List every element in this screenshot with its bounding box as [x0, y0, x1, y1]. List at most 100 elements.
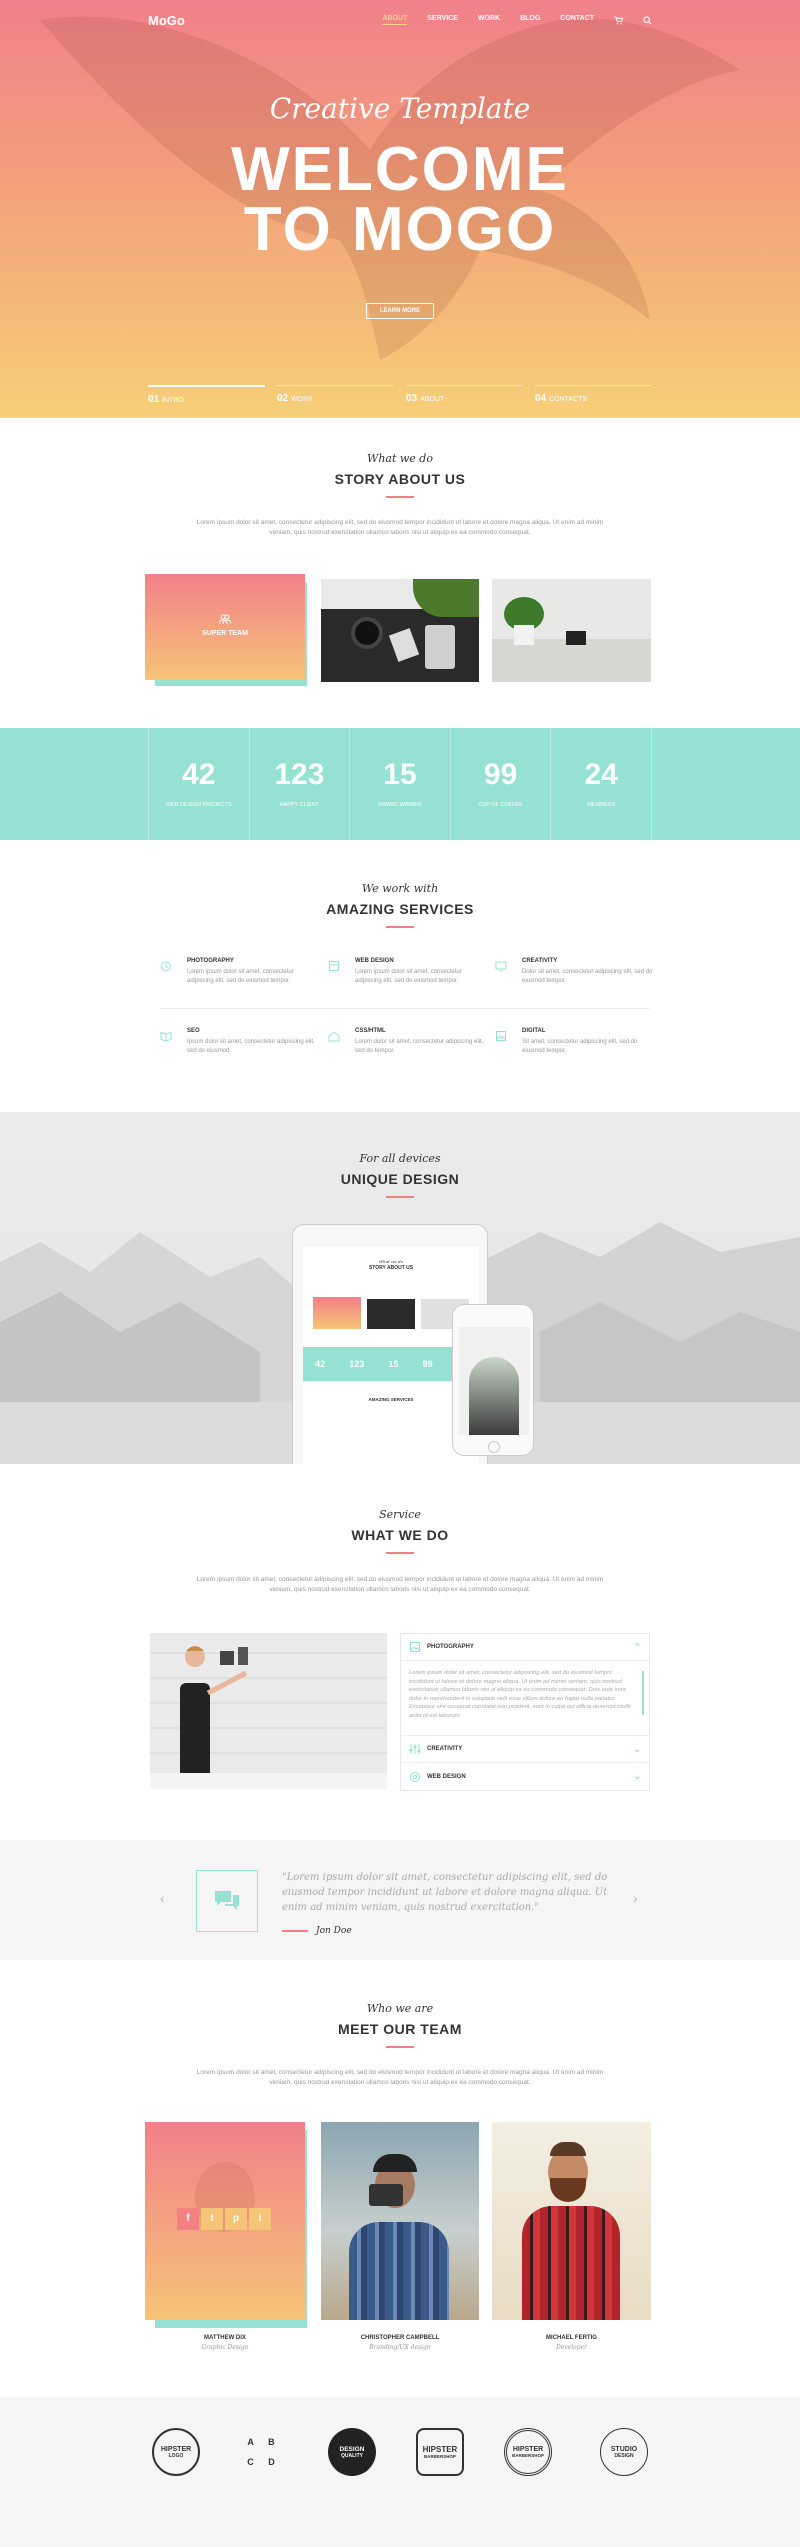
tab-number: 03 — [406, 393, 418, 404]
nav-link-service[interactable]: SERVICE — [427, 15, 458, 25]
whatwedo-accordion: PHOTOGRAPHY ⌃ Lorem ipsum dolor sit amet… — [400, 1633, 650, 1791]
team-member: MICHAEL FERTIG Developer — [492, 2122, 651, 2351]
book-icon — [329, 961, 339, 971]
team-small-title: Who we are — [366, 2002, 434, 2015]
services-heading: We work with AMAZING SERVICES — [0, 882, 800, 928]
client-logo[interactable]: HIPSTER LOGO — [152, 2428, 200, 2476]
tab-label: ABOUT — [420, 396, 445, 403]
heading-divider — [386, 2046, 414, 2048]
next-arrow-icon[interactable]: › — [633, 1890, 638, 1906]
unique-heading: For all devices UNIQUE DESIGN — [0, 1152, 800, 1198]
accordion-scrollbar[interactable] — [642, 1671, 644, 1715]
client-logo[interactable]: DESIGN QUALITY — [328, 2428, 376, 2476]
hero-tabs: 01 INTRO 02 WORK 03 ABOUT 04 CONTACTS — [148, 385, 652, 405]
whatwedo-title: WHAT WE DO — [351, 1527, 449, 1543]
service-photography: PHOTOGRAPHY Lorem ipsum dolor sit amet, … — [160, 958, 320, 986]
search-icon[interactable] — [643, 15, 652, 25]
accordion-creativity[interactable]: CREATIVITY ⌄ — [401, 1736, 649, 1763]
accordion-photography[interactable]: PHOTOGRAPHY ⌃ — [401, 1634, 649, 1661]
member-photo[interactable]: f t p i — [145, 2122, 305, 2320]
twitter-icon[interactable]: t — [201, 2208, 223, 2230]
site-logo[interactable]: MoGo — [148, 13, 185, 28]
logo-subtext: LOGO — [168, 2452, 184, 2459]
logos-section — [0, 2397, 800, 2547]
story-small-title: What we do — [367, 452, 433, 465]
nav-links: ABOUT SERVICE WORK BLOG CONTACT — [382, 15, 652, 25]
phone-screen — [459, 1327, 529, 1435]
super-team-label: SUPER TEAM — [202, 630, 248, 637]
service-creativity: CREATIVITY Dolor sit amet, consectetur a… — [495, 958, 655, 986]
logo-text: STUDIO — [610, 2445, 638, 2453]
tab-work[interactable]: 02 WORK — [277, 385, 394, 405]
nav-link-work[interactable]: WORK — [478, 15, 500, 25]
hero-section: MoGo ABOUT SERVICE WORK BLOG CONTACT Cre… — [0, 0, 800, 418]
chevron-down-icon: ⌄ — [633, 1771, 641, 1781]
stat-label: MEMBERS — [587, 802, 616, 808]
member-name: CHRISTOPHER CAMPBELL — [360, 2335, 440, 2341]
logo-subtext: BARBERSHOP — [423, 2454, 456, 2459]
alarm-clock-icon — [161, 961, 171, 972]
hero-title-line1: WELCOME — [231, 135, 569, 204]
tab-intro[interactable]: 01 INTRO — [148, 385, 265, 405]
heading-divider — [386, 1552, 414, 1554]
instagram-icon[interactable]: i — [249, 2208, 271, 2230]
super-team-card[interactable]: SUPER TEAM — [145, 574, 305, 680]
nav-link-blog[interactable]: BLOG — [520, 15, 540, 25]
client-logo[interactable]: HIPSTER BARBERSHOP — [416, 2428, 464, 2476]
stat-item: 99 CUP OF COFFEE — [449, 728, 551, 840]
tab-number: 02 — [277, 393, 289, 404]
member-role: Graphic Design — [201, 2344, 249, 2351]
client-logo[interactable]: HIPSTER BARBERSHOP — [504, 2428, 552, 2476]
stat-item: 24 MEMBERS — [550, 728, 652, 840]
learn-more-button[interactable]: LEARN MORE — [366, 303, 434, 319]
services-divider — [160, 1008, 650, 1009]
stat-number: 24 — [584, 758, 618, 791]
story-image-desk — [321, 579, 479, 682]
member-name: MICHAEL FERTIG — [546, 2335, 597, 2341]
logo-subtext: C D — [247, 2457, 281, 2467]
nav-link-about[interactable]: ABOUT — [382, 15, 408, 25]
tab-label: INTRO — [162, 397, 184, 404]
service-seo: SEO Ipsum dolor sit amet, consectetur ad… — [160, 1028, 320, 1056]
cart-icon[interactable] — [614, 15, 623, 25]
chevron-up-icon: ⌃ — [633, 1641, 641, 1652]
accordion-title: PHOTOGRAPHY — [427, 1644, 474, 1650]
service-title: PHOTOGRAPHY — [187, 958, 234, 964]
member-photo[interactable] — [321, 2122, 479, 2320]
stats-grid: 42 WEB DESIGN PROJECTS 123 HAPPY CLIENT 15… — [148, 728, 652, 840]
phone-mockup — [452, 1304, 534, 1456]
accordion-web-design[interactable]: WEB DESIGN ⌄ — [401, 1763, 649, 1790]
logo-subtext: BARBERSHOP — [511, 2453, 544, 2458]
logo-text: HIPSTER — [160, 2445, 192, 2453]
stat-label: HAPPY CLIENT — [279, 802, 320, 808]
mock-small-title: What we do — [379, 1259, 403, 1264]
accordion-body: Lorem ipsum dolor sit amet, consectetur … — [401, 1661, 649, 1736]
sliders-icon — [409, 1744, 421, 1754]
tab-about[interactable]: 03 ABOUT — [406, 385, 523, 405]
heading-divider — [386, 496, 414, 498]
unique-small-title: For all devices — [359, 1152, 441, 1165]
member-name: MATTHEW DIX — [204, 2335, 246, 2341]
pinterest-icon[interactable]: p — [225, 2208, 247, 2230]
facebook-icon[interactable]: f — [177, 2208, 199, 2230]
service-title: SEO — [187, 1028, 200, 1034]
accordion-body-text: Lorem ipsum dolor sit amet, consectetur … — [409, 1670, 631, 1719]
target-icon — [410, 1771, 420, 1782]
prev-arrow-icon[interactable]: ‹ — [160, 1890, 165, 1906]
client-logo[interactable]: A B C D — [240, 2428, 288, 2476]
service-desc: Lorem dolor sit amet, consectetur adipis… — [355, 1039, 484, 1054]
tab-contacts[interactable]: 04 CONTACTS — [535, 385, 652, 405]
team-heading: Who we are MEET OUR TEAM — [0, 2002, 800, 2048]
nav-link-contact[interactable]: CONTACT — [560, 15, 594, 25]
testimonial-quote: "Lorem ipsum dolor sit amet, consectetur… — [282, 1872, 608, 1913]
services-small-title: We work with — [361, 882, 439, 895]
hero-subtitle: Creative Template — [269, 92, 531, 125]
users-icon — [219, 614, 231, 624]
stat-number: 99 — [483, 758, 518, 791]
service-desc: Ipsum dolor sit amet, consectetur adipis… — [187, 1039, 315, 1054]
logo-text: DESIGN — [339, 2445, 365, 2453]
hero-title: WELCOME TO MOGO — [0, 135, 800, 261]
story-title: STORY ABOUT US — [334, 471, 466, 487]
client-logo[interactable]: STUDIO DESIGN — [600, 2428, 648, 2476]
member-photo[interactable] — [492, 2122, 651, 2320]
